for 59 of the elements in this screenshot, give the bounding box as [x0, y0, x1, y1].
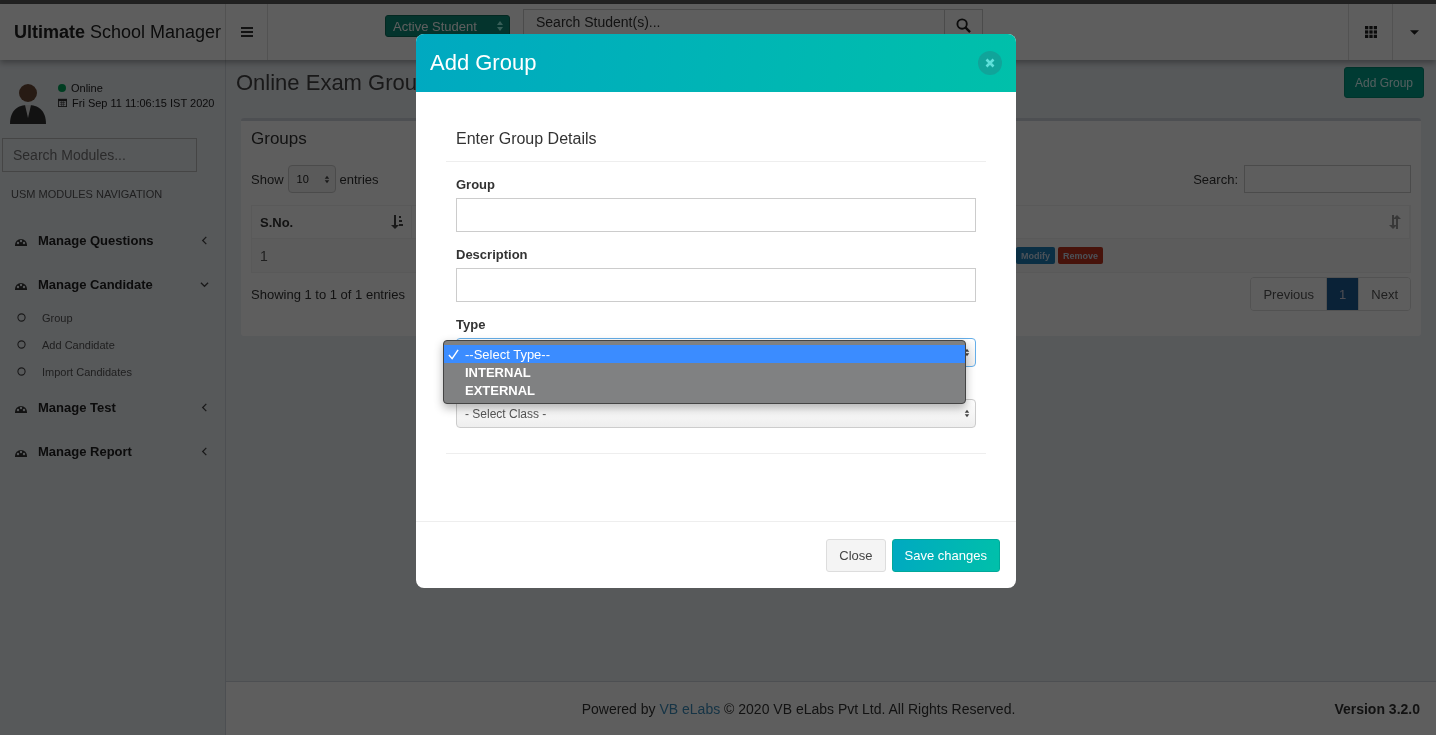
entries-label: entries: [339, 171, 379, 187]
page-size-select[interactable]: 10: [287, 165, 336, 193]
nav-item[interactable]: Manage Report: [0, 429, 225, 473]
grid-icon: [1364, 26, 1377, 38]
chevron-left-icon: [200, 402, 209, 412]
search-icon: [956, 17, 971, 33]
chevron-down-icon: [200, 279, 209, 289]
page-title: Online Exam Grou: [236, 69, 417, 96]
circle-icon: [17, 313, 26, 322]
chevron-left-icon: [200, 235, 209, 245]
save-button[interactable]: Save changes: [891, 538, 1000, 572]
check-icon: [448, 348, 459, 360]
calendar-icon: [58, 98, 67, 107]
show-label: Show: [251, 171, 284, 187]
section-title: Enter Group Details: [446, 122, 986, 162]
menu-icon: [240, 27, 253, 37]
nav-heading: USM MODULES NAVIGATION: [10, 187, 164, 202]
close-icon: [985, 58, 995, 68]
footer-text: Powered by VB eLabs © 2020 VB eLabs Pvt Ltd. All Rights Reserved.: [581, 700, 1017, 717]
footer-link[interactable]: VB eLabs: [659, 700, 721, 717]
nav-item[interactable]: Manage Test: [0, 385, 225, 429]
dropdown-option[interactable]: INTERNAL: [444, 363, 965, 381]
close-button[interactable]: [978, 51, 1002, 75]
modify-button[interactable]: Modify: [1016, 247, 1055, 264]
select-arrows-icon: [964, 409, 970, 418]
table-info: Showing 1 to 1 of 1 entries: [251, 286, 405, 302]
modal-title: Add Group: [430, 50, 537, 76]
student-filter-value: Active Student: [393, 18, 477, 34]
nav-item[interactable]: Manage Candidate: [0, 262, 225, 306]
dropdown-option[interactable]: --Select Type--: [444, 345, 965, 363]
nav-subitem[interactable]: Group: [0, 304, 225, 331]
chevron-left-icon: [200, 446, 209, 456]
field-label: Description: [456, 246, 529, 264]
select-arrows-icon: [496, 20, 504, 32]
sort-icon: [1389, 215, 1401, 229]
version-label: Version 3.2.0: [1334, 700, 1420, 717]
field-label: Group: [456, 176, 496, 194]
user-status: Online: [71, 81, 103, 94]
student-filter[interactable]: Active Student: [385, 15, 510, 37]
add-group-button[interactable]: Add Group: [1343, 67, 1424, 98]
search-label: Search:: [1193, 171, 1238, 187]
field-label: Type: [456, 316, 487, 334]
card-title: Groups: [251, 129, 307, 150]
text-field[interactable]: [456, 198, 976, 232]
text-field[interactable]: [456, 268, 976, 302]
circle-icon: [17, 340, 26, 349]
circle-icon: [17, 367, 26, 376]
sort-icon: [391, 215, 403, 229]
current-datetime: Fri Sep 11 11:06:15 IST 2020: [72, 96, 215, 109]
remove-button[interactable]: Remove: [1058, 247, 1103, 264]
nav-subitem[interactable]: Import Candidates: [0, 358, 225, 385]
caret-icon: [1410, 29, 1419, 35]
dropdown-option[interactable]: EXTERNAL: [444, 381, 965, 399]
select-arrows-icon: [323, 174, 330, 184]
page-button[interactable]: 1: [1326, 278, 1359, 310]
close-button[interactable]: Close: [826, 538, 886, 572]
nav-subitem[interactable]: Add Candidate: [0, 331, 225, 358]
nav-item[interactable]: Manage Questions: [0, 218, 225, 262]
page-button[interactable]: Next: [1358, 278, 1410, 310]
